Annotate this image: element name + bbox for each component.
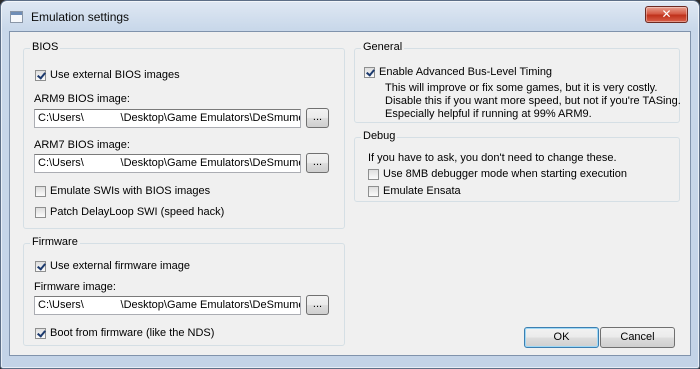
debugger-8mb-label[interactable]: Use 8MB debugger mode when starting exec… [383,168,627,180]
arm9-bios-path-input[interactable]: C:\Users\ \Desktop\Game Emulators\DeSmum… [34,109,301,128]
dialog-client-area: BIOS Use external BIOS images ARM9 BIOS … [9,31,691,356]
window-title: Emulation settings [31,10,130,24]
firmware-group: Firmware Use external firmware image Fir… [23,236,345,346]
arm9-browse-button[interactable]: ... [306,108,329,128]
bus-timing-description-line-1: This will improve or fix some games, but… [385,82,658,94]
emulation-settings-window: Emulation settings ✕ BIOS Use external B… [0,0,700,369]
boot-from-firmware-checkbox[interactable] [35,328,46,339]
ok-button[interactable]: OK [524,327,599,348]
use-external-bios-label[interactable]: Use external BIOS images [50,69,180,81]
firmware-group-label: Firmware [30,236,80,248]
arm7-bios-path-input[interactable]: C:\Users\ \Desktop\Game Emulators\DeSmum… [34,154,301,173]
close-button[interactable]: ✕ [645,6,688,23]
close-icon: ✕ [661,7,672,21]
arm9-bios-label: ARM9 BIOS image: [34,93,130,105]
general-group-label: General [361,41,405,53]
bus-timing-description-line-2: Disable this if you want more speed, but… [385,95,681,107]
debugger-8mb-checkbox[interactable] [368,169,379,180]
firmware-image-label: Firmware image: [34,281,116,293]
arm7-bios-label: ARM7 BIOS image: [34,139,130,151]
title-bar[interactable]: Emulation settings ✕ [1,1,699,31]
firmware-image-path-input[interactable]: C:\Users\ \Desktop\Game Emulators\DeSmum… [34,296,301,315]
general-group: General Enable Advanced Bus-Level Timing… [354,41,681,123]
emulate-ensata-label[interactable]: Emulate Ensata [383,185,461,197]
use-external-firmware-label[interactable]: Use external firmware image [50,260,190,272]
use-external-bios-checkbox[interactable] [35,70,46,81]
arm7-browse-button[interactable]: ... [306,153,329,173]
firmware-browse-button[interactable]: ... [306,295,329,315]
bus-timing-label[interactable]: Enable Advanced Bus-Level Timing [379,66,552,78]
bus-timing-checkbox[interactable] [364,67,375,78]
debug-group: Debug If you have to ask, you don't need… [354,130,680,202]
bios-group: BIOS Use external BIOS images ARM9 BIOS … [23,41,345,229]
bus-timing-description-line-3: Especially helpful if running at 99% ARM… [385,108,592,120]
boot-from-firmware-label[interactable]: Boot from firmware (like the NDS) [50,327,214,339]
debug-group-label: Debug [361,130,398,142]
window-icon [10,11,23,23]
patch-delayloop-checkbox[interactable] [35,207,46,218]
bios-group-label: BIOS [30,41,61,53]
cancel-button[interactable]: Cancel [600,327,675,348]
debug-note: If you have to ask, you don't need to ch… [368,152,617,164]
use-external-firmware-checkbox[interactable] [35,261,46,272]
emulate-swis-label[interactable]: Emulate SWIs with BIOS images [50,185,210,197]
emulate-ensata-checkbox[interactable] [368,186,379,197]
emulate-swis-checkbox[interactable] [35,186,46,197]
patch-delayloop-label[interactable]: Patch DelayLoop SWI (speed hack) [50,206,224,218]
